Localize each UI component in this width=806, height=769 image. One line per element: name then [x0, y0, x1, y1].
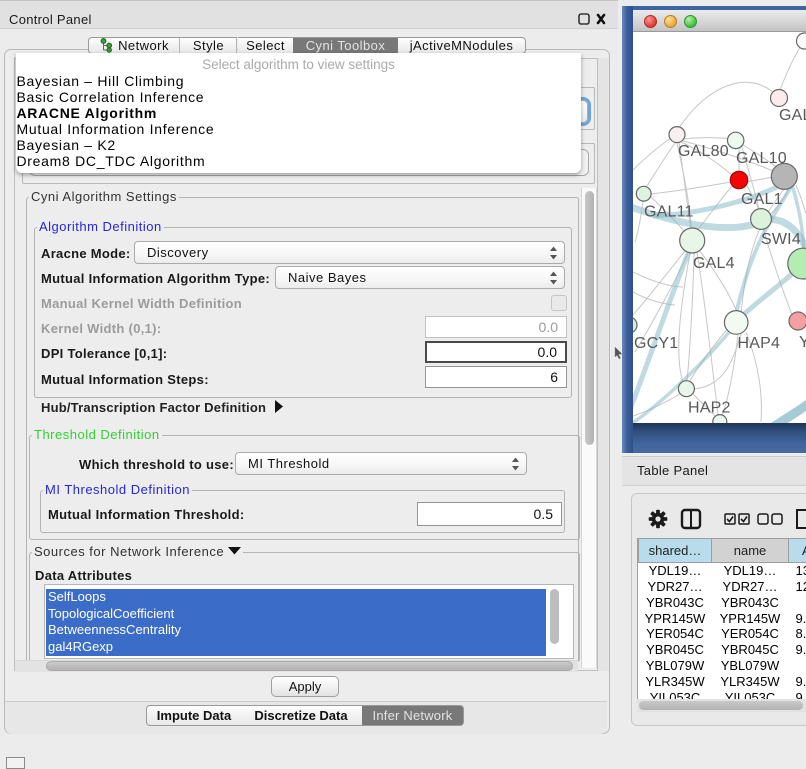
svg-text:GAL80: GAL80 [678, 143, 729, 160]
svg-text:GAL10: GAL10 [736, 150, 787, 167]
svg-text:Y: Y [799, 334, 806, 351]
svg-text:GAL11: GAL11 [644, 204, 694, 221]
svg-text:SWI4: SWI4 [761, 231, 801, 248]
svg-text:HAP2: HAP2 [688, 400, 731, 417]
svg-text:HAP4: HAP4 [738, 335, 781, 352]
svg-text:GAL4: GAL4 [693, 255, 735, 272]
svg-text:GCY1: GCY1 [634, 335, 678, 352]
svg-text:GAL1: GAL1 [741, 191, 783, 208]
svg-text:GAL7: GAL7 [779, 107, 806, 124]
